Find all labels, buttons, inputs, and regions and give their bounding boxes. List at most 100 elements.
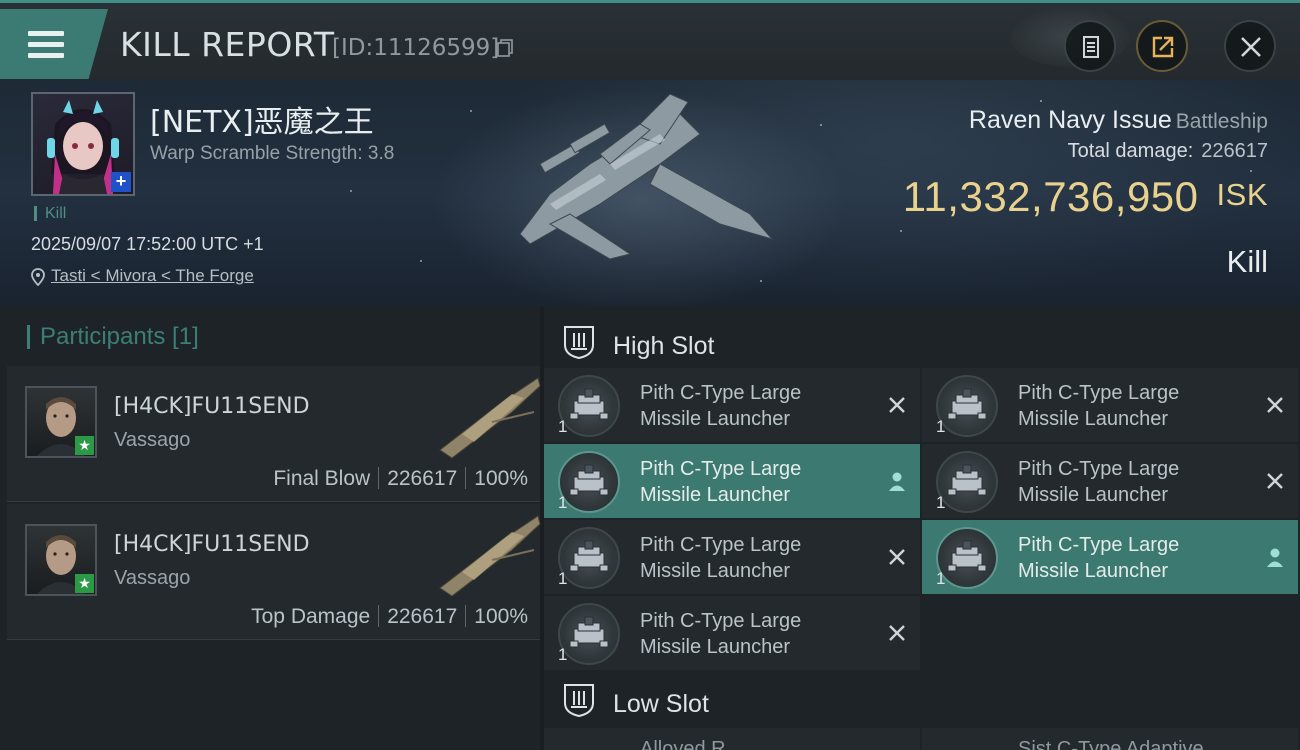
participant-percent: 100%	[474, 605, 528, 628]
clipboard-icon	[1083, 36, 1099, 58]
participant-ship-render	[439, 515, 541, 597]
module-name-line: Missile Launcher	[640, 560, 791, 582]
module-name-line: Pith C-Type Large	[1018, 382, 1180, 404]
star-icon: ★	[75, 436, 94, 455]
isk-value: 11,332,736,950 ISK	[903, 173, 1268, 221]
module-name: Pith C-Type Large Missile Launcher	[640, 532, 870, 584]
victim-portrait[interactable]: +	[31, 92, 135, 196]
module-name: Alloyed R...	[640, 738, 743, 750]
kill-summary: + [NETX]恶魔之王 Warp Scramble Strength: 3.8…	[0, 80, 1300, 306]
participant-damage: 226617	[387, 605, 458, 628]
module-name: Pith C-Type Large Missile Launcher	[1018, 532, 1248, 584]
participant-ship: Vassago	[114, 567, 191, 589]
high-slot-module[interactable]: 1 Pith C-Type Large Missile Launcher	[544, 596, 920, 670]
participant-damage: 226617	[387, 467, 458, 490]
person-icon	[889, 472, 905, 491]
participant-name: [H4CK]FU11SEND	[114, 532, 310, 557]
module-name: Pith C-Type Large Missile Launcher	[640, 608, 870, 660]
participant-name: [H4CK]FU11SEND	[114, 394, 310, 419]
participant-stats: Top Damage 226617 100%	[251, 605, 528, 629]
kill-result: Kill	[1226, 244, 1268, 279]
victim-name: [NETX]恶魔之王	[150, 105, 374, 140]
destroyed-x-icon	[889, 397, 905, 413]
high-slot-module[interactable]: 1 Pith C-Type Large Missile Launcher	[922, 368, 1298, 442]
warp-scramble-strength: Warp Scramble Strength: 3.8	[150, 143, 395, 164]
high-slot-module[interactable]: 1 Pith C-Type Large Missile Launcher	[544, 444, 920, 518]
participant-ship: Vassago	[114, 429, 191, 451]
module-name-line: Missile Launcher	[640, 408, 791, 430]
module-name: Pith C-Type Large Missile Launcher	[640, 456, 870, 508]
module-name: Pith C-Type Large Missile Launcher	[1018, 380, 1248, 432]
fitting-panel: High Slot 1 Pith C-Type Large Missile Laun…	[544, 306, 1300, 750]
high-slot-header: High Slot	[544, 312, 1300, 370]
module-name-line: Pith C-Type Large	[640, 534, 802, 556]
plus-icon: +	[111, 172, 131, 192]
module-name-line: Pith C-Type Large	[640, 458, 802, 480]
destroyed-x-icon	[889, 549, 905, 565]
isk-amount: 11,332,736,950	[902, 173, 1199, 220]
participant-percent: 100%	[474, 467, 528, 490]
kill-datetime: 2025/09/07 17:52:00 UTC +1	[31, 234, 264, 254]
kill-location-link[interactable]: Tasti < Mivora < The Forge	[31, 266, 254, 286]
module-quantity: 1	[558, 493, 568, 512]
high-slot-icon	[564, 326, 594, 359]
star-icon: ★	[75, 574, 94, 593]
menu-icon	[28, 31, 64, 36]
page-title: KILL REPORT	[120, 25, 335, 64]
module-name-line: Missile Launcher	[1018, 408, 1169, 430]
module-quantity: 1	[558, 645, 568, 664]
participants-panel: Participants [1] ★ [H4CK]FU11SEND Vassag…	[0, 306, 541, 750]
module-quantity: 1	[558, 569, 568, 588]
destroyed-x-icon	[889, 625, 905, 641]
module-quantity: 1	[936, 569, 946, 588]
clipboard-button[interactable]	[1064, 20, 1116, 72]
low-slot-icon	[564, 684, 594, 717]
destroyed-x-icon	[1267, 473, 1283, 489]
module-name-line: Pith C-Type Large	[640, 382, 802, 404]
close-button[interactable]	[1224, 20, 1276, 72]
module-name-line: Missile Launcher	[640, 484, 791, 506]
share-button[interactable]	[1136, 20, 1188, 72]
destroyed-x-icon	[1267, 397, 1283, 413]
report-id: [ID:11126599]	[332, 35, 500, 61]
low-slot-module[interactable]: Sist C-Type Adaptive...	[922, 728, 1298, 750]
participant-row[interactable]: ★ [H4CK]FU11SEND Vassago Final Blow 22661…	[7, 366, 541, 502]
location-text: Tasti < Mivora < The Forge	[51, 266, 254, 285]
module-name: Pith C-Type Large Missile Launcher	[640, 380, 870, 432]
total-damage-label: Total damage:	[1067, 140, 1194, 162]
module-name-line: Missile Launcher	[1018, 560, 1169, 582]
participant-avatar: ★	[25, 386, 97, 458]
header-bar: KILL REPORT [ID:11126599]	[0, 0, 1300, 80]
copy-icon[interactable]	[497, 39, 513, 57]
participant-role: Final Blow	[273, 467, 371, 490]
low-slot-header: Low Slot	[544, 670, 1300, 728]
module-name-line: Missile Launcher	[640, 636, 791, 658]
participant-avatar: ★	[25, 524, 97, 596]
participant-ship-render	[439, 377, 541, 459]
participant-row[interactable]: ★ [H4CK]FU11SEND Vassago Top Damage 22661…	[7, 504, 541, 640]
ship-class: Battleship	[1175, 110, 1268, 133]
victim-ship: Raven Navy Issue Battleship	[969, 106, 1268, 135]
high-slot-module[interactable]: 1 Pith C-Type Large Missile Launcher	[544, 368, 920, 442]
module-name: Sist C-Type Adaptive...	[1018, 738, 1221, 750]
high-slot-module[interactable]: 1 Pith C-Type Large Missile Launcher	[922, 444, 1298, 518]
low-slot-module[interactable]: Alloyed R...	[544, 728, 920, 750]
high-slot-module[interactable]: 1 Pith C-Type Large Missile Launcher	[544, 520, 920, 594]
module-name: Pith C-Type Large Missile Launcher	[1018, 456, 1248, 508]
menu-button[interactable]	[0, 9, 108, 79]
module-quantity: 1	[936, 417, 946, 436]
high-slot-label: High Slot	[613, 332, 715, 360]
participants-title: Participants [1]	[27, 325, 199, 349]
close-icon	[1241, 37, 1261, 57]
isk-unit: ISK	[1216, 177, 1268, 212]
module-quantity: 1	[936, 493, 946, 512]
high-slot-module[interactable]: 1 Pith C-Type Large Missile Launcher	[922, 520, 1298, 594]
total-damage: Total damage: 226617	[1068, 140, 1268, 163]
module-name-line: Pith C-Type Large	[1018, 534, 1180, 556]
module-quantity: 1	[558, 417, 568, 436]
total-damage-value: 226617	[1201, 140, 1268, 162]
module-name-line: Pith C-Type Large	[640, 610, 802, 632]
person-icon	[1267, 548, 1283, 567]
low-slot-label: Low Slot	[613, 690, 709, 718]
kill-tag: Kill	[34, 206, 66, 222]
